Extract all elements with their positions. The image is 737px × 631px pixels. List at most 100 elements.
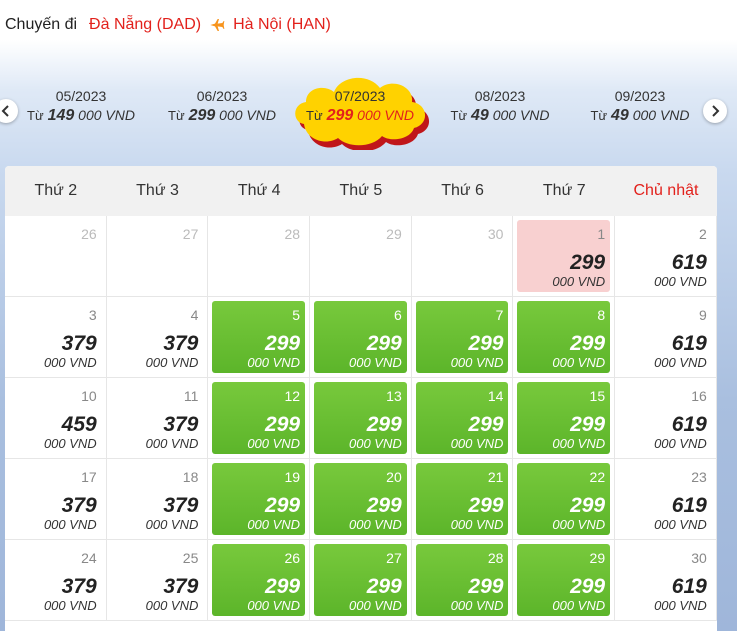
day-cell[interactable]: 17 379 000 VND xyxy=(5,459,107,540)
day-cell[interactable]: 22 299 000 VND xyxy=(513,459,616,540)
day-cell[interactable]: 15 299 000 VND xyxy=(513,378,616,459)
month-option-06-2023[interactable]: 06/2023 Từ 299 000 VND xyxy=(152,88,292,125)
day-cell-inner[interactable]: 26 299 000 VND xyxy=(212,544,306,616)
day-cell-inner[interactable]: 13 299 000 VND xyxy=(314,382,407,454)
day-cell-inner[interactable]: 5 299 000 VND xyxy=(212,301,306,373)
day-cell[interactable]: 26 299 000 VND xyxy=(208,540,311,621)
day-cell-inner: 30 xyxy=(416,220,509,292)
day-cell[interactable]: 27 299 000 VND xyxy=(310,540,412,621)
day-cell-inner[interactable]: 8 299 000 VND xyxy=(517,301,611,373)
month-option-08-2023[interactable]: 08/2023 Từ 49 000 VND xyxy=(430,88,570,125)
month-label: 08/2023 xyxy=(474,88,526,104)
day-cell-inner[interactable]: 22 299 000 VND xyxy=(517,463,611,535)
day-cell-inner[interactable]: 17 379 000 VND xyxy=(9,463,102,535)
day-price: 299 xyxy=(366,575,402,598)
day-cell-inner[interactable]: 3 379 000 VND xyxy=(9,301,102,373)
day-cell-inner[interactable]: 18 379 000 VND xyxy=(111,463,204,535)
month-option-05-2023[interactable]: 05/2023 Từ 149 000 VND xyxy=(11,88,151,125)
day-grid: 26 27 28 29 30 1 299 000 VND 2 619 000 VND 3 379 000 … xyxy=(5,216,717,621)
weekday-fri: Thứ 6 xyxy=(441,182,484,199)
day-cell[interactable]: 2 619 000 VND xyxy=(615,216,717,297)
day-cell: 27 xyxy=(106,216,209,297)
day-cell-inner[interactable]: 30 619 000 VND xyxy=(619,544,712,616)
day-cell-inner[interactable]: 27 299 000 VND xyxy=(314,544,407,616)
day-cell-inner[interactable]: 23 619 000 VND xyxy=(619,463,712,535)
day-cell[interactable]: 24 379 000 VND xyxy=(5,540,107,621)
day-currency: 000 VND xyxy=(654,436,707,451)
day-number: 1 xyxy=(597,226,606,242)
day-number: 27 xyxy=(182,226,199,242)
day-cell-inner[interactable]: 25 379 000 VND xyxy=(111,544,204,616)
weekday-tue: Thứ 3 xyxy=(136,182,179,199)
day-price: 379 xyxy=(163,575,199,598)
day-cell[interactable]: 18 379 000 VND xyxy=(106,459,209,540)
day-cell[interactable]: 29 299 000 VND xyxy=(513,540,616,621)
day-cell[interactable]: 1 299 000 VND xyxy=(513,216,616,297)
day-cell[interactable]: 10 459 000 VND xyxy=(5,378,107,459)
day-cell[interactable]: 25 379 000 VND xyxy=(106,540,209,621)
day-cell-inner[interactable]: 4 379 000 VND xyxy=(111,301,204,373)
route-header: Chuyến đi Đà Nẵng (DAD) Hà Nội (HAN) xyxy=(5,14,331,36)
month-option-09-2023[interactable]: 09/2023 Từ 49 000 VND xyxy=(570,88,710,125)
day-number: 10 xyxy=(81,388,97,404)
day-cell-inner[interactable]: 19 299 000 VND xyxy=(212,463,306,535)
day-cell-inner[interactable]: 16 619 000 VND xyxy=(619,382,712,454)
day-cell[interactable]: 4 379 000 VND xyxy=(106,297,209,378)
day-cell-inner[interactable]: 29 299 000 VND xyxy=(517,544,611,616)
day-cell[interactable]: 12 299 000 VND xyxy=(208,378,311,459)
day-number: 17 xyxy=(81,469,97,485)
day-cell-inner[interactable]: 15 299 000 VND xyxy=(517,382,611,454)
day-cell[interactable]: 30 619 000 VND xyxy=(615,540,717,621)
day-price: 619 xyxy=(671,494,707,517)
day-currency: 000 VND xyxy=(145,517,199,532)
day-price: 299 xyxy=(265,332,301,355)
month-price: Từ 149 000 VND xyxy=(27,107,135,124)
day-price: 619 xyxy=(671,251,707,274)
day-currency: 000 VND xyxy=(654,355,707,370)
day-cell[interactable]: 11 379 000 VND xyxy=(106,378,209,459)
destination-city: Hà Nội (HAN) xyxy=(233,16,331,33)
day-price: 299 xyxy=(570,575,606,598)
day-cell-inner[interactable]: 28 299 000 VND xyxy=(415,544,509,616)
day-cell[interactable]: 19 299 000 VND xyxy=(208,459,311,540)
day-cell-inner[interactable]: 12 299 000 VND xyxy=(212,382,306,454)
day-price: 299 xyxy=(468,413,504,436)
day-cell[interactable]: 20 299 000 VND xyxy=(310,459,412,540)
day-cell-inner[interactable]: 20 299 000 VND xyxy=(314,463,407,535)
day-cell[interactable]: 14 299 000 VND xyxy=(411,378,514,459)
day-cell[interactable]: 8 299 000 VND xyxy=(513,297,616,378)
day-cell[interactable]: 5 299 000 VND xyxy=(208,297,311,378)
day-cell[interactable]: 9 619 000 VND xyxy=(615,297,717,378)
day-cell-inner[interactable]: 11 379 000 VND xyxy=(111,382,204,454)
day-cell: 28 xyxy=(208,216,311,297)
day-cell-inner: 26 xyxy=(9,220,102,292)
day-cell-inner[interactable]: 10 459 000 VND xyxy=(9,382,102,454)
month-option-07-2023[interactable]: 07/2023 Từ 299 000 VND xyxy=(290,88,430,125)
day-number: 20 xyxy=(386,469,402,485)
day-price: 299 xyxy=(570,332,606,355)
day-cell[interactable]: 23 619 000 VND xyxy=(615,459,717,540)
day-cell[interactable]: 21 299 000 VND xyxy=(411,459,514,540)
month-price: Từ 49 000 VND xyxy=(450,107,550,124)
day-number: 26 xyxy=(284,550,301,566)
day-cell-inner[interactable]: 9 619 000 VND xyxy=(619,301,712,373)
day-currency: 000 VND xyxy=(145,598,199,613)
day-cell-inner[interactable]: 2 619 000 VND xyxy=(619,220,712,292)
day-cell[interactable]: 6 299 000 VND xyxy=(310,297,412,378)
day-cell-inner[interactable]: 1 299 000 VND xyxy=(517,220,611,292)
next-month-button[interactable] xyxy=(703,99,727,123)
day-number: 3 xyxy=(88,307,97,323)
trip-label: Chuyến đi xyxy=(5,16,78,33)
day-cell-inner[interactable]: 7 299 000 VND xyxy=(415,301,509,373)
day-cell-inner[interactable]: 6 299 000 VND xyxy=(314,301,407,373)
day-cell-inner[interactable]: 24 379 000 VND xyxy=(9,544,102,616)
day-cell[interactable]: 13 299 000 VND xyxy=(310,378,412,459)
day-cell-inner[interactable]: 21 299 000 VND xyxy=(415,463,509,535)
day-cell[interactable]: 28 299 000 VND xyxy=(411,540,514,621)
day-cell-inner[interactable]: 14 299 000 VND xyxy=(415,382,509,454)
day-cell[interactable]: 3 379 000 VND xyxy=(5,297,107,378)
day-price: 379 xyxy=(61,494,97,517)
day-cell[interactable]: 16 619 000 VND xyxy=(615,378,717,459)
day-cell[interactable]: 7 299 000 VND xyxy=(411,297,514,378)
fare-calendar: Thứ 2 Thứ 3 Thứ 4 Thứ 5 Thứ 6 Thứ 7 Chủ … xyxy=(5,166,717,631)
